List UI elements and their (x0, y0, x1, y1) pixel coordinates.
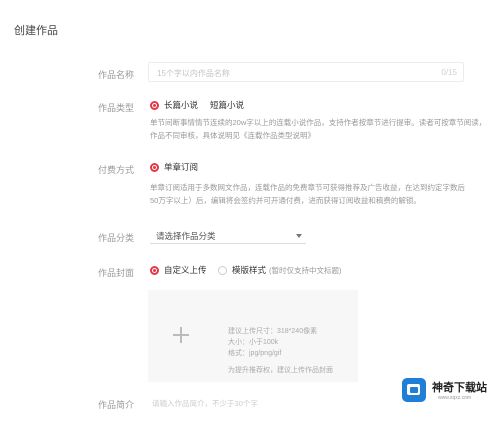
upload-hint-filesize: 大小：小于100k (228, 339, 279, 346)
type-label: 作品类型 (97, 103, 134, 113)
type-option-short-label: 短篇小说 (210, 100, 245, 110)
name-input-placeholder: 15个字以内作品名称 (157, 69, 230, 78)
cover-option-custom[interactable]: 自定义上传 (150, 264, 207, 276)
watermark-brand: 神奇下载站 www.sqxz.com (400, 376, 496, 404)
page-title: 创建作品 (14, 25, 58, 37)
brand-logo-icon (402, 378, 426, 402)
upload-hint-size: 建议上传尺寸：318*240像素 (228, 328, 318, 335)
cover-label: 作品封面 (97, 268, 134, 278)
radio-unselected-icon (218, 265, 227, 275)
name-label: 作品名称 (97, 70, 134, 80)
plus-icon-vertical (180, 327, 182, 343)
type-option-long-label: 长篇小说 (164, 100, 199, 110)
category-select-value: 请选择作品分类 (156, 231, 216, 241)
chevron-down-icon (296, 234, 302, 238)
pay-description: 单章订阅适用于多数网文作品，连载作品的免费章节可获得推荐及广告收益，在达到约定字… (150, 183, 465, 192)
pay-label: 付费方式 (97, 165, 134, 175)
name-char-counter: 0/15 (441, 68, 457, 77)
cover-option-custom-label: 自定义上传 (164, 265, 207, 275)
type-option-long[interactable]: 长篇小说 (150, 99, 198, 111)
upload-hint-format: 格式：jpg/png/gif (228, 350, 282, 357)
intro-placeholder[interactable]: 请输入作品简介，不少于30个字 (152, 398, 258, 409)
cover-upload-area[interactable]: 建议上传尺寸：318*240像素 大小：小于100k 格式：jpg/png/gi… (148, 290, 358, 382)
type-description-line2: 作品不同审核，具体说明见《连载作品类型说明》 (150, 131, 315, 140)
brand-name: 神奇下载站 (432, 382, 487, 394)
radio-selected-icon (150, 100, 159, 110)
type-description: 单节间断事情情节连续的20w字以上的连载小说作品，支持作者按章节进行提审。读者可… (150, 118, 487, 127)
radio-selected-icon (150, 162, 159, 172)
intro-label: 作品简介 (97, 400, 134, 410)
radio-selected-icon (150, 265, 159, 275)
cover-option-template[interactable]: 模版样式 (暂时仅支持中文标题) (218, 264, 342, 276)
cover-option-template-label: 模版样式 (232, 265, 267, 275)
pay-option-chapter-label: 单章订阅 (164, 162, 199, 172)
category-label: 作品分类 (97, 233, 134, 243)
name-input[interactable]: 15个字以内作品名称 0/15 (148, 62, 464, 82)
brand-url: www.sqxz.com (438, 395, 472, 401)
upload-hint-recommend: 为提升推荐权，建议上传作品封面 (228, 367, 333, 374)
pay-option-chapter[interactable]: 单章订阅 (150, 161, 198, 173)
category-select[interactable]: 请选择作品分类 (150, 228, 306, 244)
type-option-short[interactable]: 短篇小说 (210, 99, 244, 111)
cover-template-hint: (暂时仅支持中文标题) (269, 265, 342, 275)
pay-description-line2: 50万字以上）后，编辑将会签约并可开通付费，进而获得订阅收益和稿费的解锁。 (150, 196, 421, 205)
